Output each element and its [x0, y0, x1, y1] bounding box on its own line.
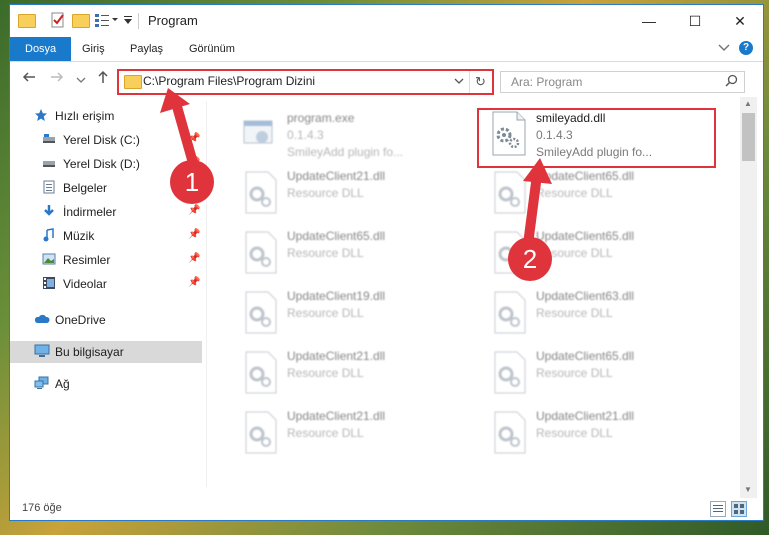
callout-badge-1: 1: [170, 160, 214, 204]
arrow-2-head: [523, 158, 552, 184]
callout-arrows: [160, 88, 552, 253]
callout-badge-2: 2: [508, 237, 552, 281]
